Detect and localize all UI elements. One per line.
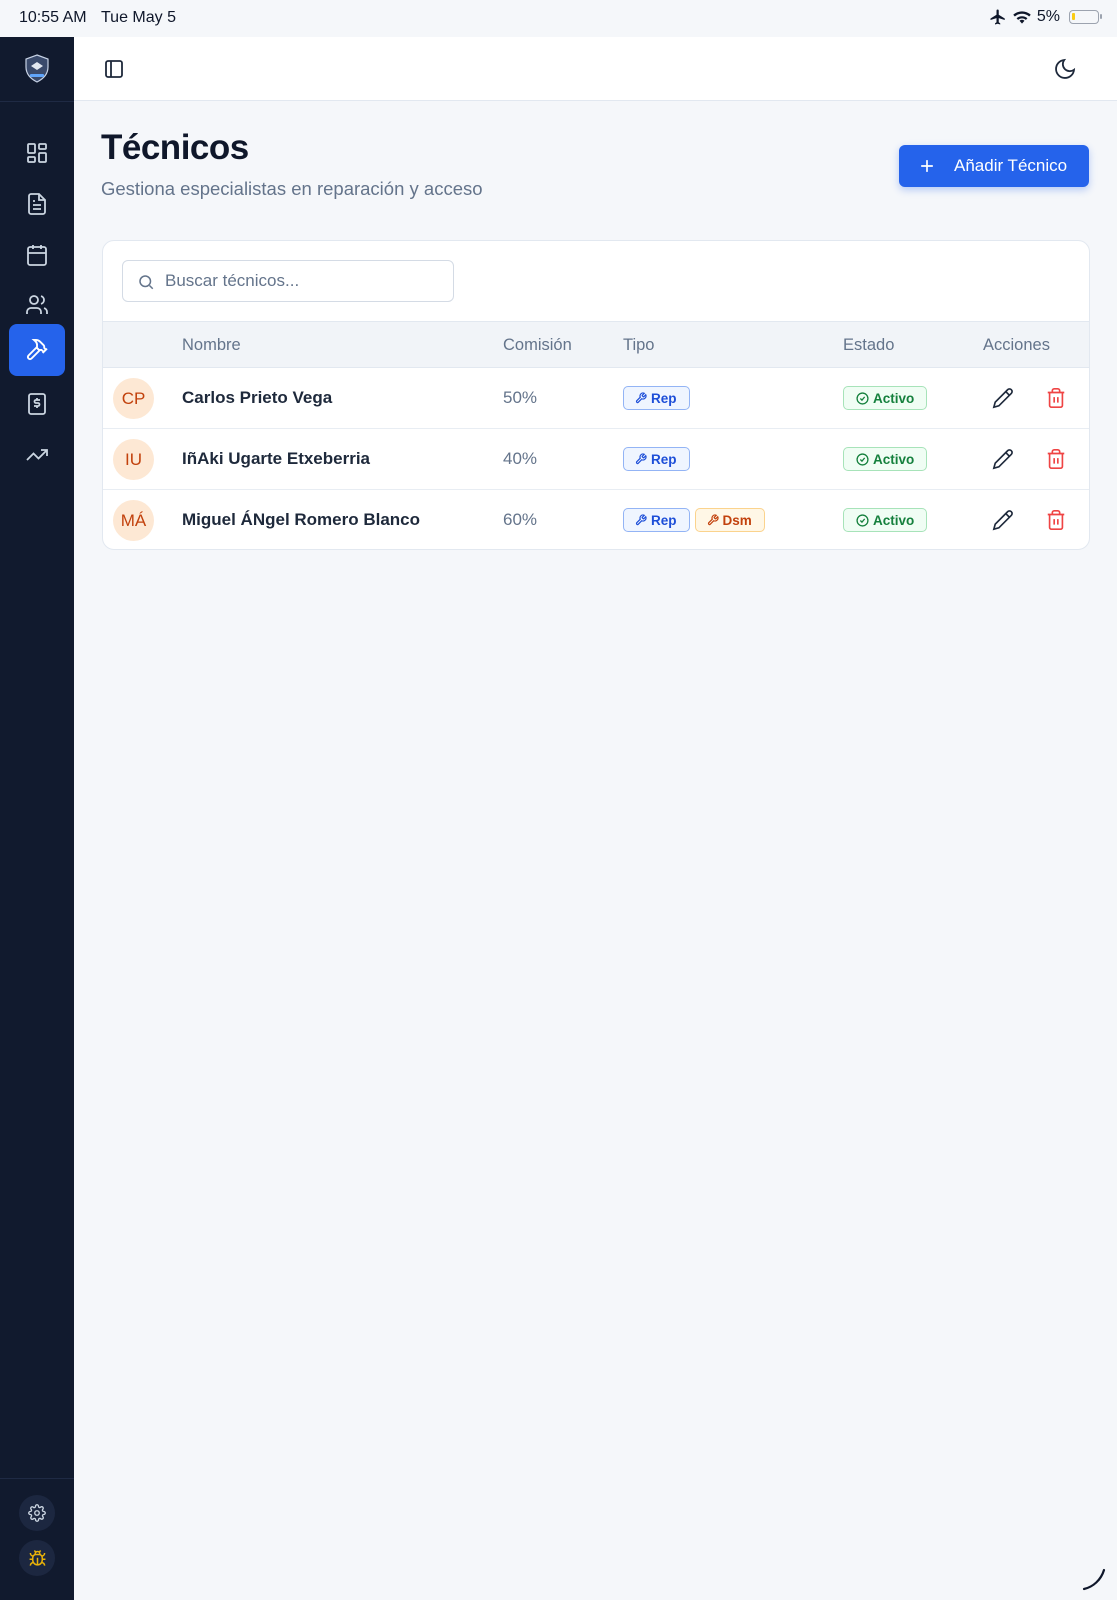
type-badge-dsm: Dsm [694, 508, 765, 532]
status-badge: Activo [843, 386, 928, 410]
status-date: Tue May 5 [101, 9, 176, 26]
sidebar [0, 37, 74, 1600]
technician-name: IñAki Ugarte Etxeberria [182, 449, 371, 468]
technician-commission: 50% [503, 388, 538, 407]
debug-button[interactable] [19, 1540, 55, 1576]
search-icon [139, 275, 154, 290]
calendar-icon [27, 245, 47, 266]
table-row[interactable]: CP Carlos Prieto Vega 50% Rep Activo [103, 368, 1089, 429]
status-time: 10:55 AM [19, 9, 87, 26]
search-input[interactable] [165, 261, 445, 301]
dashboard-icon [27, 143, 47, 163]
status-bar: 10:55 AM Tue May 5 5% [0, 0, 1117, 37]
column-acciones: Acciones [983, 336, 1050, 354]
shield-logo-icon [25, 54, 49, 83]
nav-calendar[interactable] [9, 229, 65, 281]
column-comision: Comisión [503, 336, 572, 354]
top-bar [74, 37, 1117, 101]
technician-tags: Rep [623, 447, 690, 471]
wrench-icon [635, 514, 647, 526]
app-logo[interactable] [0, 37, 74, 102]
type-badge-label: Rep [651, 512, 677, 528]
technician-name: Miguel ÁNgel Romero Blanco [182, 510, 421, 529]
wrench-icon [707, 514, 719, 526]
status-indicators: 5% [989, 8, 1102, 26]
check-circle-icon [856, 391, 869, 405]
status-label: Activo [873, 512, 915, 528]
nav-finance[interactable] [9, 378, 65, 430]
status-badge: Activo [843, 447, 928, 471]
status-cell: Activo [843, 447, 928, 471]
type-badge-label: Rep [651, 390, 677, 406]
status-label: Activo [873, 390, 915, 406]
status-cell: Activo [843, 386, 928, 410]
check-circle-icon [856, 452, 869, 466]
check-circle-icon [856, 513, 869, 527]
bug-icon [29, 1549, 45, 1566]
wifi-icon [1013, 11, 1031, 24]
trash-icon[interactable] [1045, 509, 1067, 531]
pencil-icon[interactable] [992, 387, 1014, 409]
plus-icon [921, 160, 933, 172]
page-title: Técnicos [101, 128, 249, 167]
moon-icon[interactable] [1053, 57, 1077, 81]
technician-tags: Rep Dsm [623, 508, 765, 532]
users-icon [26, 295, 48, 314]
trash-icon[interactable] [1045, 387, 1067, 409]
column-nombre: Nombre [182, 336, 241, 354]
battery-icon [1069, 10, 1102, 24]
table-row[interactable]: MÁ Miguel ÁNgel Romero Blanco 60% Rep Ds… [103, 490, 1089, 549]
type-badge-rep: Rep [623, 386, 690, 410]
scroll-indicator-icon [1082, 1568, 1106, 1591]
type-badge-label: Rep [651, 451, 677, 467]
page-subtitle: Gestiona especialistas en reparación y a… [101, 178, 483, 199]
settings-button[interactable] [19, 1495, 55, 1531]
technician-commission: 60% [503, 510, 538, 529]
document-icon [28, 193, 46, 215]
settings-icon [28, 1504, 46, 1522]
column-estado: Estado [843, 336, 895, 354]
nav-technicians[interactable] [9, 324, 65, 376]
type-badge-rep: Rep [623, 508, 690, 532]
search-box [122, 260, 454, 302]
nav-dashboard[interactable] [9, 127, 65, 179]
technician-name: Carlos Prieto Vega [182, 388, 333, 407]
hammer-icon [27, 338, 48, 360]
add-technician-button[interactable]: Añadir Técnico [899, 145, 1089, 187]
avatar: MÁ [113, 500, 154, 541]
nav-documents[interactable] [9, 178, 65, 230]
type-badge-label: Dsm [722, 512, 752, 528]
wrench-icon [635, 392, 647, 404]
sidebar-toggle-icon[interactable] [102, 57, 126, 81]
avatar: IU [113, 439, 154, 480]
technicians-card: Nombre Comisión Tipo Estado Acciones CP … [102, 240, 1090, 550]
add-technician-label: Añadir Técnico [954, 156, 1068, 175]
trash-icon[interactable] [1045, 448, 1067, 470]
airplane-icon [990, 9, 1005, 25]
technician-commission: 40% [503, 449, 538, 468]
pencil-icon[interactable] [992, 509, 1014, 531]
technician-tags: Rep [623, 386, 690, 410]
battery-percent: 5% [1036, 8, 1060, 25]
type-badge-rep: Rep [623, 447, 690, 471]
nav-reports[interactable] [9, 429, 65, 481]
dollar-receipt-icon [28, 393, 46, 415]
trending-up-icon [26, 449, 48, 461]
status-badge: Activo [843, 508, 928, 532]
status-cell: Activo [843, 508, 928, 532]
column-tipo: Tipo [623, 336, 655, 354]
wrench-icon [635, 453, 647, 465]
table-row[interactable]: IU IñAki Ugarte Etxeberria 40% Rep Activ… [103, 429, 1089, 490]
avatar: CP [113, 378, 154, 419]
status-label: Activo [873, 451, 915, 467]
table-header: Nombre Comisión Tipo Estado Acciones [103, 321, 1089, 368]
pencil-icon[interactable] [992, 448, 1014, 470]
sidebar-divider [0, 1478, 74, 1479]
